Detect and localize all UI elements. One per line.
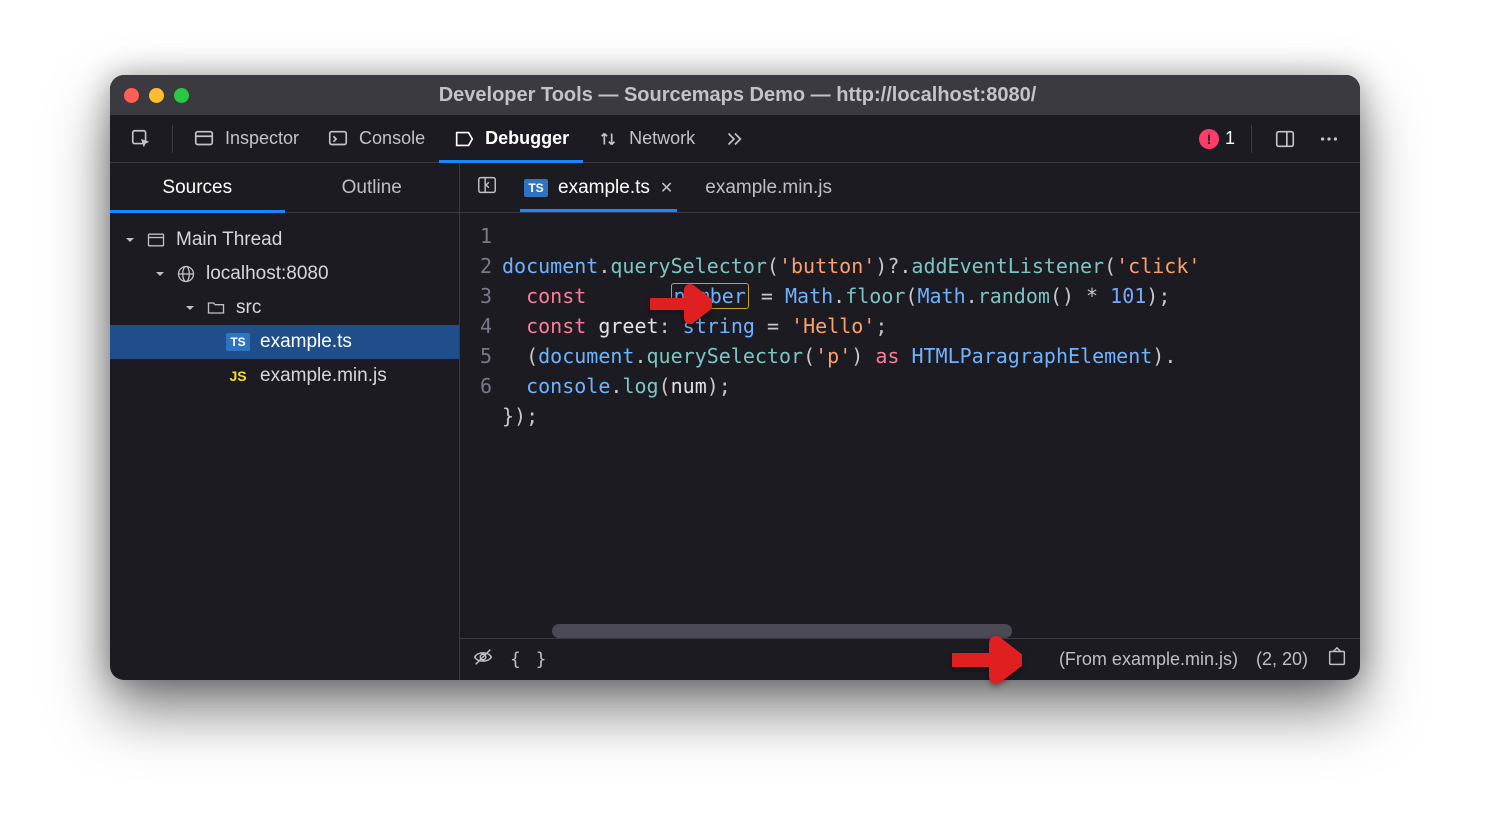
horizontal-scrollbar[interactable] xyxy=(552,624,1012,638)
editor-tab-example-ts[interactable]: TS example.ts ✕ xyxy=(510,163,687,212)
js-badge-icon: JS xyxy=(226,368,250,384)
tab-debugger[interactable]: Debugger xyxy=(439,115,583,162)
dots-icon xyxy=(1318,128,1340,150)
window-icon xyxy=(146,230,166,250)
tree-file-example-min-js[interactable]: JS example.min.js xyxy=(110,359,459,393)
pretty-print-button[interactable]: { } xyxy=(510,649,549,670)
chevron-down-icon xyxy=(154,264,166,284)
editor-pane: TS example.ts ✕ example.min.js 123456 do… xyxy=(460,163,1360,680)
tree-label: example.ts xyxy=(260,331,352,353)
editor-tab-label: example.ts xyxy=(558,177,650,199)
tree-file-example-ts[interactable]: TS example.ts xyxy=(110,325,459,359)
toggle-sidebar-button[interactable] xyxy=(468,174,506,201)
tab-console-label: Console xyxy=(359,128,425,149)
kebab-menu-button[interactable] xyxy=(1312,128,1346,150)
traffic-lights xyxy=(124,88,189,103)
ts-badge-icon: TS xyxy=(524,179,548,197)
tabs-overflow-button[interactable] xyxy=(709,115,759,162)
sidebar-tab-sources-label: Sources xyxy=(162,177,232,199)
tab-network[interactable]: Network xyxy=(583,115,709,162)
chevron-down-icon xyxy=(184,298,196,318)
tree-label: Main Thread xyxy=(176,229,282,251)
sidebar-tab-sources[interactable]: Sources xyxy=(110,163,285,212)
minimize-window-button[interactable] xyxy=(149,88,164,103)
annotation-arrow-1 xyxy=(650,282,712,331)
source-tree: Main Thread localhost:8080 src TS exampl… xyxy=(110,213,459,403)
tab-debugger-label: Debugger xyxy=(485,128,569,149)
tab-console[interactable]: Console xyxy=(313,115,439,162)
editor-tab-example-min-js[interactable]: example.min.js xyxy=(691,163,846,212)
tree-host[interactable]: localhost:8080 xyxy=(110,257,459,291)
editor-tab-label: example.min.js xyxy=(705,177,832,199)
network-icon xyxy=(597,128,619,150)
tree-label: src xyxy=(236,297,261,319)
tree-main-thread[interactable]: Main Thread xyxy=(110,223,459,257)
sourcemap-from-label: (From example.min.js) xyxy=(1059,649,1238,670)
debugger-icon xyxy=(453,128,475,150)
tab-network-label: Network xyxy=(629,128,695,149)
blackbox-button[interactable] xyxy=(472,646,494,673)
toolbar: Inspector Console Debugger Network ! 1 xyxy=(110,115,1360,163)
eye-off-icon xyxy=(472,646,494,668)
devtools-window: Developer Tools — Sourcemaps Demo — http… xyxy=(110,75,1360,680)
titlebar: Developer Tools — Sourcemaps Demo — http… xyxy=(110,75,1360,115)
code-editor[interactable]: 123456 document.querySelector('button')?… xyxy=(460,213,1360,638)
close-window-button[interactable] xyxy=(124,88,139,103)
ts-badge-icon: TS xyxy=(226,333,250,351)
pick-element-button[interactable] xyxy=(116,115,166,162)
tree-label: example.min.js xyxy=(260,365,387,387)
folder-icon xyxy=(206,298,226,318)
tree-folder-src[interactable]: src xyxy=(110,291,459,325)
sidebar-tab-outline[interactable]: Outline xyxy=(285,163,460,212)
inspector-icon xyxy=(193,128,215,150)
separator xyxy=(1251,125,1252,153)
globe-icon xyxy=(176,264,196,284)
maximize-window-button[interactable] xyxy=(174,88,189,103)
panel-left-icon xyxy=(476,174,498,196)
sidebar-tab-outline-label: Outline xyxy=(342,177,402,199)
line-gutter: 123456 xyxy=(460,213,502,638)
dock-icon xyxy=(1274,128,1296,150)
cursor-position: (2, 20) xyxy=(1256,649,1308,670)
tree-label: localhost:8080 xyxy=(206,263,329,285)
console-icon xyxy=(327,128,349,150)
chevron-down-icon xyxy=(124,230,136,250)
close-tab-icon[interactable]: ✕ xyxy=(660,178,673,198)
chevron-double-right-icon xyxy=(723,128,745,150)
annotation-arrow-2 xyxy=(952,635,1022,690)
statusbar: { } (From example.min.js) (2, 20) xyxy=(460,638,1360,680)
error-badge[interactable]: ! 1 xyxy=(1199,128,1235,149)
code-content: document.querySelector('button')?.addEve… xyxy=(502,213,1360,638)
sidebar: Sources Outline Main Thread localhost:80… xyxy=(110,163,460,680)
pointer-icon xyxy=(130,128,152,150)
tab-inspector-label: Inspector xyxy=(225,128,299,149)
separator xyxy=(172,125,173,153)
window-title: Developer Tools — Sourcemaps Demo — http… xyxy=(189,84,1346,107)
dock-mode-button[interactable] xyxy=(1268,128,1302,150)
tab-inspector[interactable]: Inspector xyxy=(179,115,313,162)
error-icon: ! xyxy=(1199,129,1219,149)
sourcemap-toggle-button[interactable] xyxy=(1326,646,1348,673)
error-count: 1 xyxy=(1225,128,1235,149)
map-icon xyxy=(1326,646,1348,668)
